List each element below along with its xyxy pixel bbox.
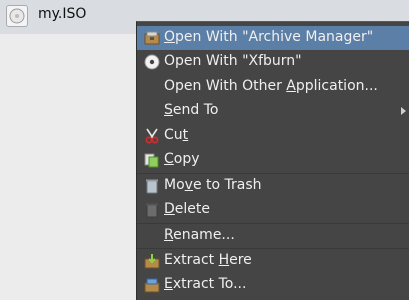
menu-item-extract-to[interactable]: Extract To... bbox=[137, 273, 409, 297]
menu-item-label: Copy bbox=[164, 151, 200, 167]
file-name: my.ISO bbox=[38, 6, 87, 22]
menu-item-label: Extract To... bbox=[164, 276, 247, 292]
menu-item-label: Move to Trash bbox=[164, 177, 262, 193]
menu-item-rename[interactable]: Rename... bbox=[137, 224, 409, 248]
menu-item-delete[interactable]: Delete bbox=[137, 198, 409, 222]
submenu-arrow-icon bbox=[401, 107, 406, 115]
menu-item-label: Open With "Xfburn" bbox=[164, 53, 302, 69]
menu-item-open-other-application[interactable]: Open With Other Application... bbox=[137, 75, 409, 99]
menu-item-copy[interactable]: Copy bbox=[137, 148, 409, 172]
archive-manager-icon bbox=[144, 30, 160, 46]
trash-icon bbox=[144, 178, 160, 194]
extract-here-icon bbox=[144, 253, 160, 269]
copy-icon bbox=[144, 152, 160, 168]
scissors-icon bbox=[144, 128, 160, 144]
menu-item-label: Open With Other Application... bbox=[164, 78, 378, 94]
menu-item-label: Rename... bbox=[164, 227, 235, 243]
menu-item-label: Send To bbox=[164, 102, 219, 118]
menu-item-open-archive-manager[interactable]: Open With "Archive Manager" bbox=[137, 26, 409, 50]
menu-item-label: Extract Here bbox=[164, 252, 252, 268]
menu-item-extract-here[interactable]: Extract Here bbox=[137, 249, 409, 273]
menu-item-send-to[interactable]: Send To bbox=[137, 99, 409, 123]
delete-icon bbox=[144, 202, 160, 218]
menu-item-label: Cut bbox=[164, 127, 189, 143]
disc-image-icon bbox=[6, 5, 28, 27]
extract-to-icon bbox=[144, 277, 160, 293]
menu-item-move-to-trash[interactable]: Move to Trash bbox=[137, 174, 409, 198]
xfburn-disc-icon bbox=[144, 54, 160, 70]
menu-item-open-xfburn[interactable]: Open With "Xfburn" bbox=[137, 50, 409, 74]
menu-item-cut[interactable]: Cut bbox=[137, 124, 409, 148]
context-menu: Open With "Archive Manager" Open With "X… bbox=[136, 21, 409, 300]
menu-item-label: Delete bbox=[164, 201, 210, 217]
menu-item-label: Open With "Archive Manager" bbox=[164, 29, 374, 45]
